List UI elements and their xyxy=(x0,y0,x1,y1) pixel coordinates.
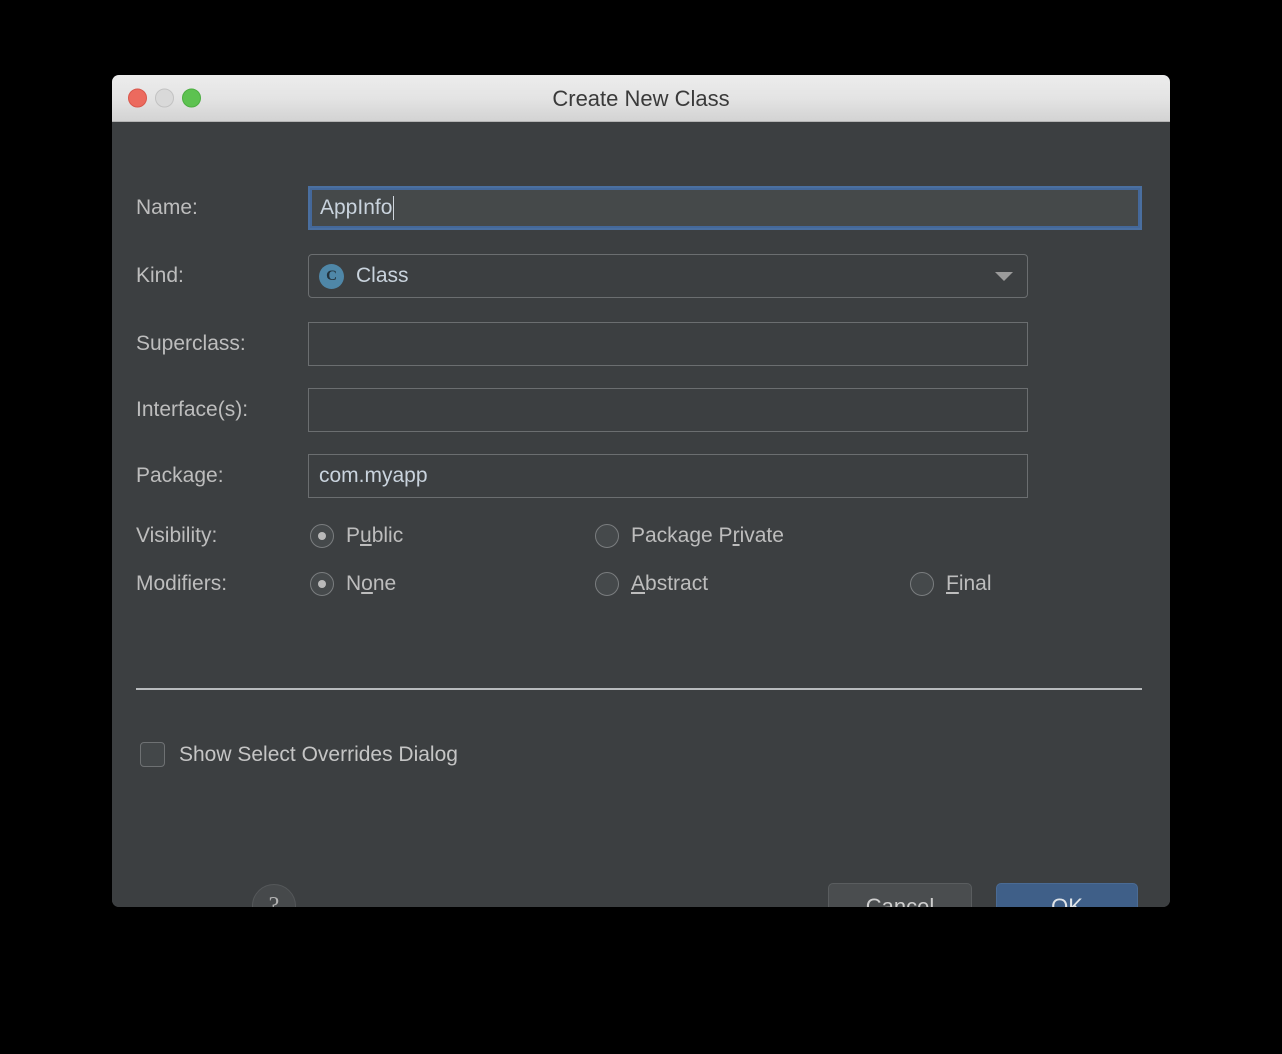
interfaces-label: Interface(s): xyxy=(136,398,249,421)
help-button[interactable]: ? xyxy=(252,884,296,907)
package-label: Package: xyxy=(136,464,224,487)
radio-indicator-unselected-icon xyxy=(595,524,619,548)
radio-indicator-selected-icon xyxy=(310,524,334,548)
kind-select-value: Class xyxy=(356,264,409,287)
package-input[interactable]: com.myapp xyxy=(308,454,1028,498)
ok-button-label: OK xyxy=(1051,894,1083,907)
radio-indicator-selected-icon xyxy=(310,572,334,596)
modifiers-row: Modifiers: None Abstract Final xyxy=(112,564,1170,604)
package-input-value: com.myapp xyxy=(319,464,428,487)
class-c-icon: C xyxy=(319,263,344,289)
superclass-input[interactable] xyxy=(308,322,1028,366)
cancel-button[interactable]: Cancel xyxy=(828,883,972,907)
radio-modifier-abstract[interactable]: Abstract xyxy=(595,564,708,604)
question-mark-icon: ? xyxy=(268,892,280,908)
dialog-body: Name: AppInfo Kind: C Class Superclass: … xyxy=(112,122,1170,907)
name-label: Name: xyxy=(136,196,198,219)
radio-modifier-none[interactable]: None xyxy=(310,564,396,604)
name-input[interactable]: AppInfo xyxy=(308,186,1142,230)
superclass-label: Superclass: xyxy=(136,332,246,355)
radio-visibility-public[interactable]: Public xyxy=(310,516,403,556)
ok-button[interactable]: OK xyxy=(996,883,1138,907)
radio-modifier-final-label: Final xyxy=(946,572,992,595)
radio-modifier-final[interactable]: Final xyxy=(910,564,992,604)
visibility-label: Visibility: xyxy=(136,524,218,547)
radio-indicator-unselected-icon xyxy=(910,572,934,596)
kind-row: Kind: C Class xyxy=(112,254,1170,298)
chevron-down-icon[interactable] xyxy=(995,271,1013,281)
kind-select-value-group: C Class xyxy=(319,263,409,289)
radio-modifier-abstract-label: Abstract xyxy=(631,572,709,595)
package-row: Package: com.myapp xyxy=(112,454,1170,498)
show-overrides-checkbox-row[interactable]: Show Select Overrides Dialog xyxy=(140,742,458,767)
interfaces-input[interactable] xyxy=(308,388,1028,432)
modifiers-label: Modifiers: xyxy=(136,572,228,595)
radio-visibility-package-private-label: Package Private xyxy=(631,524,784,547)
superclass-row: Superclass: xyxy=(112,322,1170,366)
kind-label: Kind: xyxy=(136,264,184,287)
radio-indicator-unselected-icon xyxy=(595,572,619,596)
name-row: Name: AppInfo xyxy=(112,186,1170,230)
name-input-value: AppInfo xyxy=(320,196,393,219)
show-overrides-label: Show Select Overrides Dialog xyxy=(179,742,458,766)
create-new-class-dialog: Create New Class Name: AppInfo Kind: C C… xyxy=(112,75,1170,907)
visibility-row: Visibility: Public Package Private xyxy=(112,516,1170,556)
dialog-title: Create New Class xyxy=(552,86,730,111)
section-divider xyxy=(136,688,1142,690)
screen: Create New Class Name: AppInfo Kind: C C… xyxy=(0,0,1282,1054)
radio-visibility-package-private[interactable]: Package Private xyxy=(595,516,784,556)
interfaces-row: Interface(s): xyxy=(112,388,1170,432)
kind-select[interactable]: C Class xyxy=(308,254,1028,298)
cancel-button-label: Cancel xyxy=(865,894,935,907)
radio-visibility-public-label: Public xyxy=(346,524,404,547)
checkbox-unchecked-icon[interactable] xyxy=(140,742,165,767)
dialog-titlebar[interactable]: Create New Class xyxy=(112,75,1170,122)
text-caret xyxy=(393,196,395,220)
radio-modifier-none-label: None xyxy=(346,572,397,595)
